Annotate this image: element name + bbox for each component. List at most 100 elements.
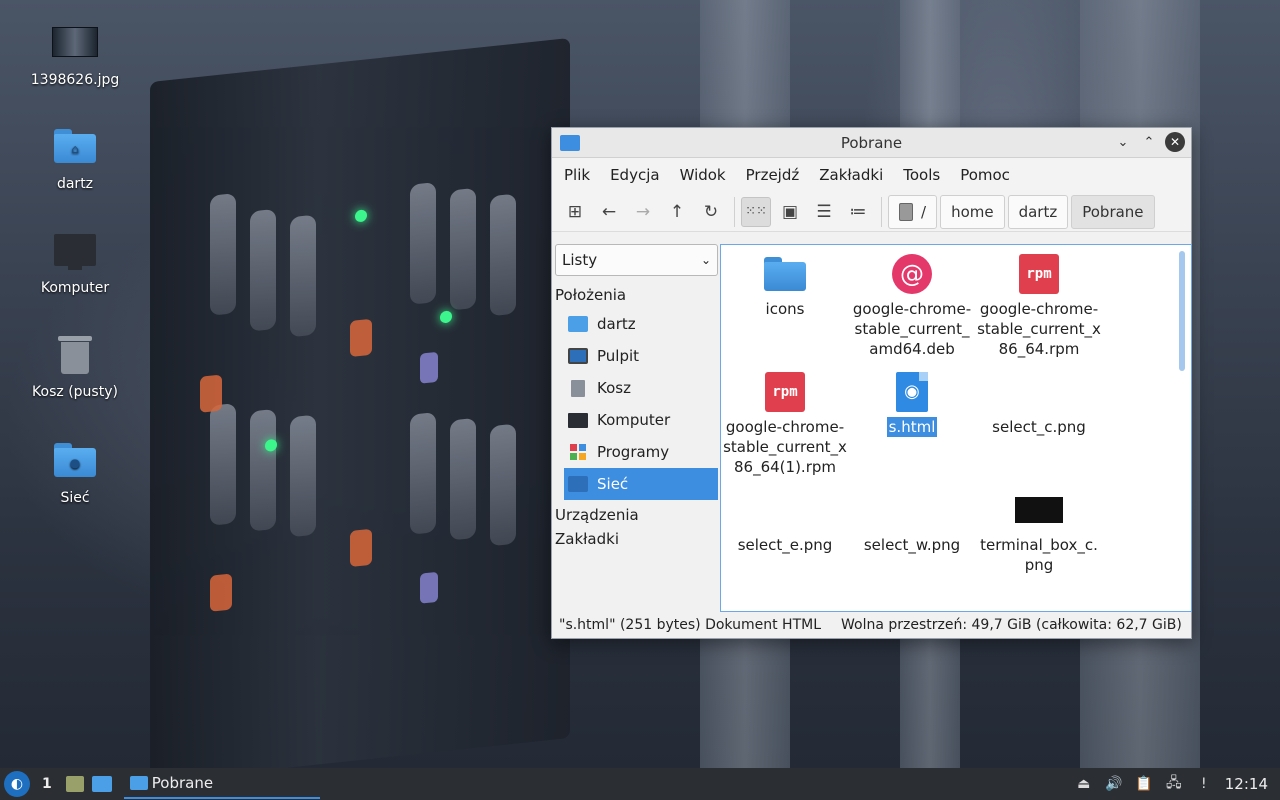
html-file-icon: ◉ bbox=[896, 367, 928, 417]
file-name: s.html bbox=[886, 417, 938, 437]
sidebar-item-programy[interactable]: Programy bbox=[552, 436, 718, 468]
desktop-switcher[interactable]: 1 bbox=[42, 776, 52, 792]
rpm-package-icon: rpm bbox=[1019, 249, 1059, 299]
show-desktop-button[interactable] bbox=[91, 776, 112, 792]
breadcrumb-root[interactable]: / bbox=[888, 194, 938, 229]
maximize-button[interactable]: ⌃ bbox=[1139, 132, 1159, 152]
sidebar-item-label: Kosz bbox=[597, 379, 631, 397]
drive-icon bbox=[899, 202, 913, 221]
detailed-view-button[interactable]: ≔ bbox=[843, 197, 873, 227]
file-item[interactable]: terminal_box_c.png bbox=[975, 485, 1103, 575]
quick-launch bbox=[65, 776, 112, 792]
desktop-icon-label: Kosz (pusty) bbox=[32, 384, 118, 400]
sidebar-item-kosz[interactable]: Kosz bbox=[552, 372, 718, 404]
breadcrumb-dartz[interactable]: dartz bbox=[1007, 194, 1069, 229]
file-item[interactable]: icons bbox=[721, 249, 849, 319]
image-file-icon bbox=[1015, 485, 1063, 535]
minimize-button[interactable]: ⌄ bbox=[1113, 132, 1133, 152]
sidebar-item-pulpit[interactable]: Pulpit bbox=[552, 340, 718, 372]
sidebar-mode-value: Listy bbox=[562, 251, 598, 269]
arrow-up-icon: ↑ bbox=[669, 201, 685, 222]
menu-tools[interactable]: Tools bbox=[893, 166, 950, 184]
toolbar-separator bbox=[881, 196, 882, 227]
home-folder-icon: ⌂ bbox=[51, 122, 99, 170]
file-name: google-chrome-stable_current_x86_64.rpm bbox=[977, 300, 1101, 358]
breadcrumb-pobrane[interactable]: Pobrane bbox=[1071, 194, 1155, 229]
menu-bar: Plik Edycja Widok Przejdź Zakładki Tools… bbox=[552, 158, 1191, 192]
free-space-status: Wolna przestrzeń: 49,7 GiB (całkowita: 6… bbox=[841, 617, 1182, 633]
file-name: google-chrome-stable_current_x86_64(1).r… bbox=[723, 418, 847, 476]
new-window-icon: ⊞ bbox=[567, 201, 583, 222]
arrow-left-icon: ← bbox=[601, 201, 617, 222]
reload-button[interactable]: ↻ bbox=[696, 197, 726, 227]
bookmarks-header[interactable]: Zakładki bbox=[552, 528, 720, 560]
sidebar: Listy ⌄ Położenia dartz Pulpit Kosz Komp… bbox=[552, 242, 720, 608]
notification-icon[interactable]: ! bbox=[1195, 775, 1213, 793]
sidebar-item-label: Pulpit bbox=[597, 347, 640, 365]
file-name: terminal_box_c.png bbox=[980, 536, 1098, 574]
menu-bookmarks[interactable]: Zakładki bbox=[809, 166, 893, 184]
lxqt-logo-icon: ◐ bbox=[10, 776, 24, 792]
folder-icon bbox=[129, 776, 148, 790]
file-view[interactable]: icons @ google-chrome-stable_current_amd… bbox=[720, 244, 1192, 612]
file-item[interactable]: rpm google-chrome-stable_current_x86_64.… bbox=[975, 249, 1103, 359]
desktop-icon-trash[interactable]: Kosz (pusty) bbox=[20, 330, 130, 400]
file-item[interactable]: select_c.png bbox=[975, 367, 1103, 437]
desktop-icon-computer[interactable]: Komputer bbox=[20, 226, 130, 296]
window-titlebar[interactable]: Pobrane ⌄ ⌃ ✕ bbox=[552, 128, 1191, 158]
menu-go[interactable]: Przejdź bbox=[736, 166, 810, 184]
start-menu-button[interactable]: ◐ bbox=[4, 771, 30, 797]
desktop-icon-label: Sieć bbox=[60, 490, 90, 506]
back-button[interactable]: ← bbox=[594, 197, 624, 227]
file-name: icons bbox=[765, 300, 805, 318]
compact-view-button[interactable]: ☰ bbox=[809, 197, 839, 227]
new-window-button[interactable]: ⊞ bbox=[560, 197, 590, 227]
menu-edit[interactable]: Edycja bbox=[600, 166, 669, 184]
file-name: select_c.png bbox=[992, 418, 1086, 436]
sidebar-mode-select[interactable]: Listy ⌄ bbox=[555, 244, 718, 276]
clock[interactable]: 12:14 bbox=[1225, 775, 1268, 793]
image-file-icon bbox=[51, 18, 99, 66]
system-tray: ⏏ 🔊 📋 🖧 ! 12:14 bbox=[1075, 775, 1280, 793]
taskbar-window-pobrane[interactable]: Pobrane bbox=[123, 769, 320, 799]
desktop-icon-home[interactable]: ⌂ dartz bbox=[20, 122, 130, 192]
icon-view-button[interactable]: ⁙⁙ bbox=[741, 196, 771, 227]
rpm-package-icon: rpm bbox=[765, 367, 805, 417]
desktop-icon-image[interactable]: 1398626.jpg bbox=[20, 18, 130, 88]
devices-header[interactable]: Urządzenia bbox=[552, 500, 720, 528]
file-item[interactable]: @ google-chrome-stable_current_amd64.deb bbox=[848, 249, 976, 359]
folder-icon bbox=[560, 135, 580, 151]
file-item[interactable]: select_e.png bbox=[721, 485, 849, 555]
scrollbar[interactable] bbox=[1179, 251, 1185, 371]
file-item[interactable]: rpm google-chrome-stable_current_x86_64(… bbox=[721, 367, 849, 477]
close-button[interactable]: ✕ bbox=[1165, 132, 1185, 152]
thumbnail-view-button[interactable]: ▣ bbox=[775, 197, 805, 227]
breadcrumb-label: / bbox=[921, 202, 927, 221]
up-button[interactable]: ↑ bbox=[662, 197, 692, 227]
breadcrumb-home[interactable]: home bbox=[940, 194, 1005, 229]
taskbar-window-label: Pobrane bbox=[151, 774, 214, 792]
network-status-icon[interactable]: 🖧 bbox=[1165, 775, 1183, 793]
file-item-selected[interactable]: ◉ s.html bbox=[848, 367, 976, 437]
menu-file[interactable]: Plik bbox=[554, 166, 600, 184]
sidebar-item-siec[interactable]: Sieć bbox=[564, 468, 718, 500]
file-item[interactable]: select_w.png bbox=[848, 485, 976, 555]
menu-help[interactable]: Pomoc bbox=[950, 166, 1020, 184]
desktop-icon-network[interactable]: ● Sieć bbox=[20, 436, 130, 506]
forward-button[interactable]: → bbox=[628, 197, 658, 227]
window-title: Pobrane bbox=[840, 133, 903, 152]
sidebar-item-label: dartz bbox=[597, 315, 636, 333]
detailed-list-icon: ≔ bbox=[849, 201, 867, 222]
volume-icon[interactable]: 🔊 bbox=[1105, 775, 1123, 793]
file-manager-launcher[interactable] bbox=[65, 776, 84, 792]
desktop-folder-icon bbox=[568, 347, 588, 365]
applications-icon bbox=[568, 443, 588, 461]
file-name: select_w.png bbox=[863, 536, 961, 554]
sidebar-item-komputer[interactable]: Komputer bbox=[552, 404, 718, 436]
removable-media-icon[interactable]: ⏏ bbox=[1075, 775, 1093, 793]
sidebar-item-dartz[interactable]: dartz bbox=[552, 308, 718, 340]
file-name: select_e.png bbox=[737, 536, 833, 554]
menu-view[interactable]: Widok bbox=[670, 166, 736, 184]
clipboard-icon[interactable]: 📋 bbox=[1135, 775, 1153, 793]
file-name: google-chrome-stable_current_amd64.deb bbox=[852, 300, 972, 358]
